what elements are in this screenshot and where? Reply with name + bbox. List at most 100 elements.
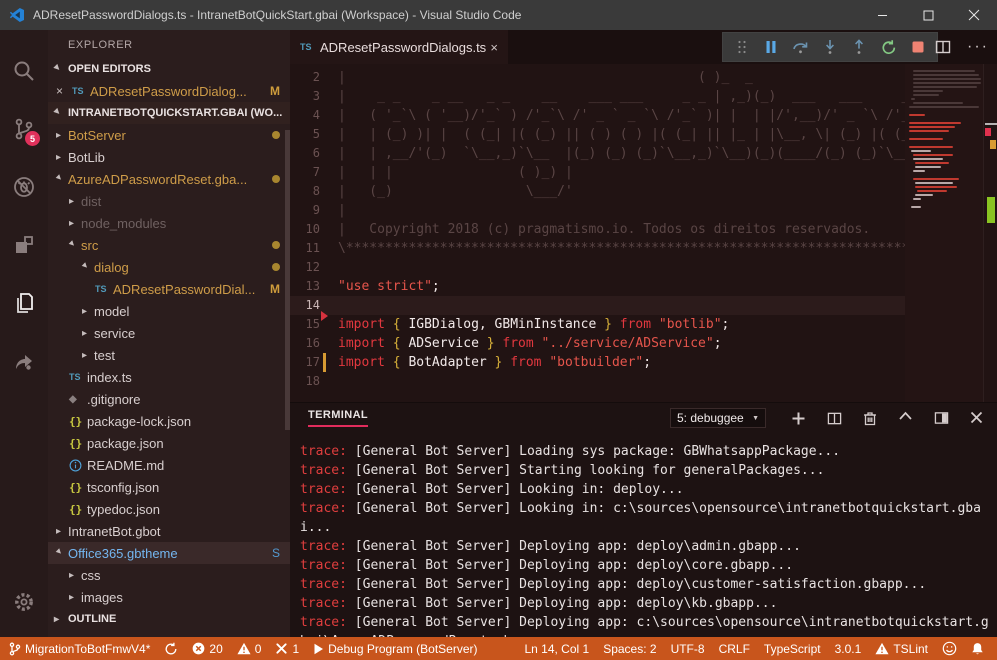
- debug-step-into-button[interactable]: [817, 34, 843, 60]
- status-bar-left: MigrationToBotFmwV4* 2001Debug Program (B…: [0, 637, 485, 660]
- tree-item-package-json[interactable]: {}package.json: [48, 432, 290, 454]
- status-eol[interactable]: CRLF: [712, 637, 757, 660]
- minimap[interactable]: [905, 64, 983, 402]
- minimize-button[interactable]: [859, 0, 905, 30]
- tree-item-dialog[interactable]: ▸dialog: [48, 256, 290, 278]
- tree-item-src[interactable]: ▸src: [48, 234, 290, 256]
- activity-source-control-button[interactable]: 5: [0, 100, 48, 158]
- new-terminal-button[interactable]: [791, 411, 806, 426]
- move-panel-right-button[interactable]: [934, 411, 949, 426]
- status-indentation[interactable]: Spaces: 2: [596, 637, 663, 660]
- code-line-2[interactable]: 2| ( )_ _: [290, 68, 905, 87]
- activity-search-button[interactable]: [0, 42, 48, 100]
- debug-stop-button[interactable]: [905, 34, 931, 60]
- debug-step-over-button[interactable]: [788, 34, 814, 60]
- tree-item-label: BotServer: [68, 128, 126, 143]
- code-line-9[interactable]: 9|: [290, 201, 905, 220]
- kill-terminal-button[interactable]: [863, 411, 877, 426]
- code-line-6[interactable]: 6| | ,__/'(_) `\__,_)`\__ |(_) (_) (_)`\…: [290, 144, 905, 163]
- tree-item-images[interactable]: ▸images: [48, 586, 290, 608]
- split-editor-button[interactable]: [935, 39, 951, 55]
- status-sync[interactable]: [157, 637, 185, 660]
- terminal-select[interactable]: 5: debuggee ▼: [670, 408, 766, 428]
- debug-pause-button[interactable]: [758, 34, 784, 60]
- status-encoding[interactable]: UTF-8: [664, 637, 712, 660]
- tree-item-office365-gbtheme[interactable]: ▸Office365.gbthemeS: [48, 542, 290, 564]
- open-editor-item[interactable]: ×TSADResetPasswordDialog...M: [48, 80, 290, 102]
- line-content: import { IGBDialog, GBMinInstance } from…: [320, 315, 729, 334]
- activity-share-button[interactable]: [0, 332, 48, 390]
- terminal-line: trace: [General Bot Server] Deploying ap…: [300, 556, 991, 575]
- tree-item-botlib[interactable]: ▸BotLib: [48, 146, 290, 168]
- tree-item-package-lock-json[interactable]: {}package-lock.json: [48, 410, 290, 432]
- status-git-branch[interactable]: MigrationToBotFmwV4*: [2, 637, 157, 660]
- status-tasks[interactable]: 1: [268, 637, 306, 660]
- code-editor[interactable]: 2| ( )_ _3| _ _ _ __ _ _ __ ___ ___ _ _ …: [290, 64, 997, 402]
- debug-drag-grip-button[interactable]: [729, 34, 755, 60]
- code-line-4[interactable]: 4| ( '_`\ ( '__)/'_` ) /'_`\ /' _ ` _ `\…: [290, 106, 905, 125]
- tree-item-service[interactable]: ▸service: [48, 322, 290, 344]
- status-warnings[interactable]: 0: [230, 637, 269, 660]
- code-line-12[interactable]: 12: [290, 258, 905, 277]
- editor-tab-active[interactable]: TS ADResetPasswordDialogs.ts ×: [290, 30, 508, 64]
- code-line-18[interactable]: 18: [290, 372, 905, 391]
- code-line-11[interactable]: 11\*************************************…: [290, 239, 905, 258]
- code-line-16[interactable]: 16import { ADService } from "../service/…: [290, 334, 905, 353]
- code-line-10[interactable]: 10| Copyright 2018 (c) pragmatismo.io. T…: [290, 220, 905, 239]
- status-debug-program[interactable]: Debug Program (BotServer): [306, 637, 484, 660]
- tree-item-azureadpasswordreset-gba-[interactable]: ▸AzureADPasswordReset.gba...: [48, 168, 290, 190]
- activity-explorer-button[interactable]: [0, 274, 48, 332]
- tab-close-icon[interactable]: ×: [490, 40, 498, 55]
- code-line-5[interactable]: 5| | (_) )| | ( (_| |( (_) || ( ) ( ) |(…: [290, 125, 905, 144]
- tree-item-label: Office365.gbtheme: [68, 546, 178, 561]
- close-icon[interactable]: ×: [56, 84, 72, 98]
- tree-item-adresetpassworddial-[interactable]: TSADResetPasswordDial...M: [48, 278, 290, 300]
- tree-item-intranetbot-gbot[interactable]: ▸IntranetBot.gbot: [48, 520, 290, 542]
- code-line-13[interactable]: 13"use strict";: [290, 277, 905, 296]
- tree-item-tsconfig-json[interactable]: {}tsconfig.json: [48, 476, 290, 498]
- tree-item-botserver[interactable]: ▸BotServer: [48, 124, 290, 146]
- code-line-17[interactable]: 17import { BotAdapter } from "botbuilder…: [290, 353, 905, 372]
- code-line-7[interactable]: 7| | | ( )_) |: [290, 163, 905, 182]
- status-language-mode[interactable]: TypeScript: [757, 637, 828, 660]
- code-line-14[interactable]: 14: [290, 296, 905, 315]
- tree-item-test[interactable]: ▸test: [48, 344, 290, 366]
- chevron-collapsed-icon: ▸: [56, 130, 68, 141]
- status-cursor-position[interactable]: Ln 14, Col 1: [517, 637, 596, 660]
- tree-item-node-modules[interactable]: ▸node_modules: [48, 212, 290, 234]
- debug-restart-button[interactable]: [876, 34, 902, 60]
- activity-debug-button[interactable]: [0, 158, 48, 216]
- workspace-header[interactable]: ▸INTRANETBOTQUICKSTART.GBAI (WO...: [48, 102, 290, 124]
- code-lines[interactable]: 2| ( )_ _3| _ _ _ __ _ _ __ ___ ___ _ _ …: [290, 64, 905, 402]
- outline-header[interactable]: ▸OUTLINE: [48, 608, 290, 630]
- activity-extensions-button[interactable]: [0, 216, 48, 274]
- tree-item--gitignore[interactable]: ◆.gitignore: [48, 388, 290, 410]
- activity-settings-button[interactable]: [0, 573, 48, 631]
- maximize-panel-button[interactable]: [898, 411, 913, 426]
- status-tslint[interactable]: TSLint: [868, 637, 935, 660]
- status-notifications-bell[interactable]: [964, 637, 991, 660]
- terminal-output[interactable]: trace: [General Bot Server] Loading sys …: [290, 433, 991, 637]
- code-line-3[interactable]: 3| _ _ _ __ _ _ __ ___ ___ _ _ | ,_)(_) …: [290, 87, 905, 106]
- terminal-tab[interactable]: TERMINAL: [308, 409, 368, 427]
- status-version[interactable]: 3.0.1: [828, 637, 869, 660]
- more-actions-button[interactable]: ···: [967, 38, 989, 56]
- close-panel-button[interactable]: [970, 411, 983, 426]
- status-errors[interactable]: 20: [185, 637, 229, 660]
- close-button[interactable]: [951, 0, 997, 30]
- debug-step-out-button[interactable]: [846, 34, 872, 60]
- tree-item-readme-md[interactable]: README.md: [48, 454, 290, 476]
- code-line-15[interactable]: 15import { IGBDialog, GBMinInstance } fr…: [290, 315, 905, 334]
- code-line-8[interactable]: 8| (_) \___/': [290, 182, 905, 201]
- status-feedback-smiley[interactable]: [935, 637, 964, 660]
- tree-item-dist[interactable]: ▸dist: [48, 190, 290, 212]
- overview-ruler[interactable]: [983, 64, 997, 402]
- tree-item-typedoc-json[interactable]: {}typedoc.json: [48, 498, 290, 520]
- tree-item-index-ts[interactable]: TSindex.ts: [48, 366, 290, 388]
- maximize-button[interactable]: [905, 0, 951, 30]
- open-editors-header[interactable]: ▸OPEN EDITORS: [48, 58, 290, 80]
- tree-item-label: node_modules: [81, 216, 166, 231]
- tree-item-model[interactable]: ▸model: [48, 300, 290, 322]
- tree-item-css[interactable]: ▸css: [48, 564, 290, 586]
- split-terminal-button[interactable]: [827, 411, 842, 426]
